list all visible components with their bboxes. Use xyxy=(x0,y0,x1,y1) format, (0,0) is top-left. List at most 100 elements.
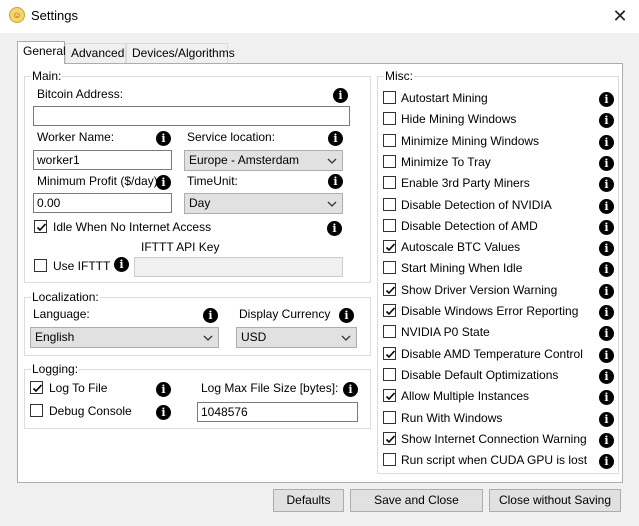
misc-checkbox[interactable] xyxy=(383,154,396,168)
info-icon-ifttt[interactable]: i xyxy=(114,257,129,272)
misc-checkbox[interactable] xyxy=(383,282,396,296)
misc-option-label: Disable Windows Error Reporting xyxy=(401,304,579,318)
time-unit-value: Day xyxy=(189,196,211,210)
save-and-close-button[interactable]: Save and Close xyxy=(350,489,483,512)
idle-no-internet-label: Idle When No Internet Access xyxy=(53,220,212,234)
worker-name-input[interactable]: worker1 xyxy=(33,150,172,170)
tab-advanced[interactable]: Advanced xyxy=(65,43,126,63)
language-value: English xyxy=(35,330,75,344)
use-ifttt-checkbox[interactable] xyxy=(34,259,47,272)
chevron-down-icon xyxy=(341,335,351,341)
log-max-size-label: Log Max File Size [bytes]: xyxy=(201,381,339,395)
checkmark-icon xyxy=(385,392,396,401)
misc-checkbox[interactable] xyxy=(383,261,396,275)
misc-option-label: Minimize Mining Windows xyxy=(401,133,540,148)
service-location-select[interactable]: Europe - Amsterdam xyxy=(184,150,343,171)
close-window-icon[interactable]: ✕ xyxy=(604,2,636,30)
misc-checkbox[interactable] xyxy=(383,367,396,381)
info-icon[interactable]: i xyxy=(599,411,614,427)
info-icon-worker-name[interactable]: i xyxy=(156,131,171,146)
info-icon[interactable]: i xyxy=(599,219,614,235)
misc-checkbox[interactable] xyxy=(383,91,396,104)
worker-name-label: Worker Name: xyxy=(37,130,115,144)
misc-checkbox[interactable] xyxy=(383,240,396,254)
info-icon[interactable]: i xyxy=(599,241,614,257)
app-icon: ☺ xyxy=(9,7,25,23)
misc-checkbox[interactable] xyxy=(383,197,396,211)
misc-option-label: Show Driver Version Warning xyxy=(401,282,558,297)
min-profit-label: Minimum Profit ($/day): xyxy=(37,174,162,188)
debug-console-label: Debug Console xyxy=(49,404,132,418)
tab-devices-algorithms[interactable]: Devices/Algorithms xyxy=(126,43,235,63)
info-icon[interactable]: i xyxy=(599,92,614,107)
info-icon-debug-console[interactable]: i xyxy=(156,405,171,420)
info-icon-idle[interactable]: i xyxy=(327,221,342,236)
misc-checkbox[interactable] xyxy=(383,346,396,360)
misc-option-label: Start Mining When Idle xyxy=(401,261,523,276)
tab-general[interactable]: General xyxy=(17,41,66,64)
checkmark-icon xyxy=(385,286,396,294)
display-currency-select[interactable]: USD xyxy=(236,327,357,348)
info-icon[interactable]: i xyxy=(599,155,614,171)
defaults-button[interactable]: Defaults xyxy=(273,489,344,512)
misc-checkbox[interactable] xyxy=(383,218,396,232)
info-icon[interactable]: i xyxy=(599,432,614,448)
info-icon[interactable]: i xyxy=(599,134,614,150)
misc-option-label: Show Internet Connection Warning xyxy=(401,431,587,446)
misc-option-label: Disable Detection of NVIDIA xyxy=(401,197,552,212)
checkmark-icon xyxy=(36,223,47,232)
close-without-saving-button[interactable]: Close without Saving xyxy=(489,489,621,512)
info-icon-currency[interactable]: i xyxy=(339,308,354,323)
service-location-label: Service location: xyxy=(187,130,276,144)
ifttt-key-input[interactable] xyxy=(134,257,343,277)
info-icon[interactable]: i xyxy=(599,347,614,363)
misc-checkbox[interactable] xyxy=(383,453,396,467)
misc-checkbox[interactable] xyxy=(383,176,396,190)
localization-group-legend: Localization: xyxy=(31,290,100,304)
info-icon[interactable]: i xyxy=(599,454,614,470)
misc-checkbox[interactable] xyxy=(383,389,396,403)
debug-console-checkbox[interactable] xyxy=(30,404,43,417)
title-bar xyxy=(0,0,639,33)
chevron-down-icon xyxy=(327,158,337,164)
checkmark-icon xyxy=(385,435,396,443)
min-profit-input[interactable]: 0.00 xyxy=(33,193,172,213)
misc-checkbox[interactable] xyxy=(383,325,396,339)
idle-no-internet-checkbox[interactable] xyxy=(34,220,47,233)
bitcoin-address-input[interactable] xyxy=(33,106,350,126)
checkmark-icon xyxy=(385,350,396,358)
checkmark-icon xyxy=(385,243,396,252)
misc-checkbox[interactable] xyxy=(383,304,396,317)
checkmark-icon xyxy=(32,384,43,393)
time-unit-select[interactable]: Day xyxy=(184,193,343,214)
ifttt-key-label: IFTTT API Key xyxy=(141,240,220,254)
info-icon[interactable]: i xyxy=(599,283,614,299)
misc-option-label: Enable 3rd Party Miners xyxy=(401,176,530,191)
display-currency-label: Display Currency xyxy=(239,307,331,321)
info-icon-log-to-file[interactable]: i xyxy=(156,382,171,397)
info-icon-min-profit[interactable]: i xyxy=(156,175,171,190)
info-icon-log-max-size[interactable]: i xyxy=(343,382,358,397)
info-icon[interactable]: i xyxy=(599,305,614,320)
language-select[interactable]: English xyxy=(30,327,219,348)
log-max-size-input[interactable]: 1048576 xyxy=(197,402,358,422)
chevron-down-icon xyxy=(203,335,213,341)
info-icon-service-location[interactable]: i xyxy=(328,131,343,146)
misc-option-label: Hide Mining Windows xyxy=(401,112,517,127)
info-icon-language[interactable]: i xyxy=(203,308,218,323)
info-icon-time-unit[interactable]: i xyxy=(328,174,343,189)
misc-checkbox[interactable] xyxy=(383,410,396,424)
misc-checkbox[interactable] xyxy=(383,112,396,126)
misc-option-label: NVIDIA P0 State xyxy=(401,325,490,340)
info-icon[interactable]: i xyxy=(599,198,614,214)
info-icon-bitcoin-address[interactable]: i xyxy=(333,88,348,103)
language-label: Language: xyxy=(33,307,90,321)
misc-checkbox[interactable] xyxy=(383,431,396,445)
log-to-file-checkbox[interactable] xyxy=(30,381,43,394)
main-group-legend: Main: xyxy=(31,69,63,83)
misc-checkbox[interactable] xyxy=(383,133,396,147)
misc-option-label: Autoscale BTC Values xyxy=(401,240,521,255)
info-icon[interactable]: i xyxy=(599,368,614,384)
misc-option-label: Disable Default Optimizations xyxy=(401,367,559,382)
misc-group-legend: Misc: xyxy=(384,69,414,83)
